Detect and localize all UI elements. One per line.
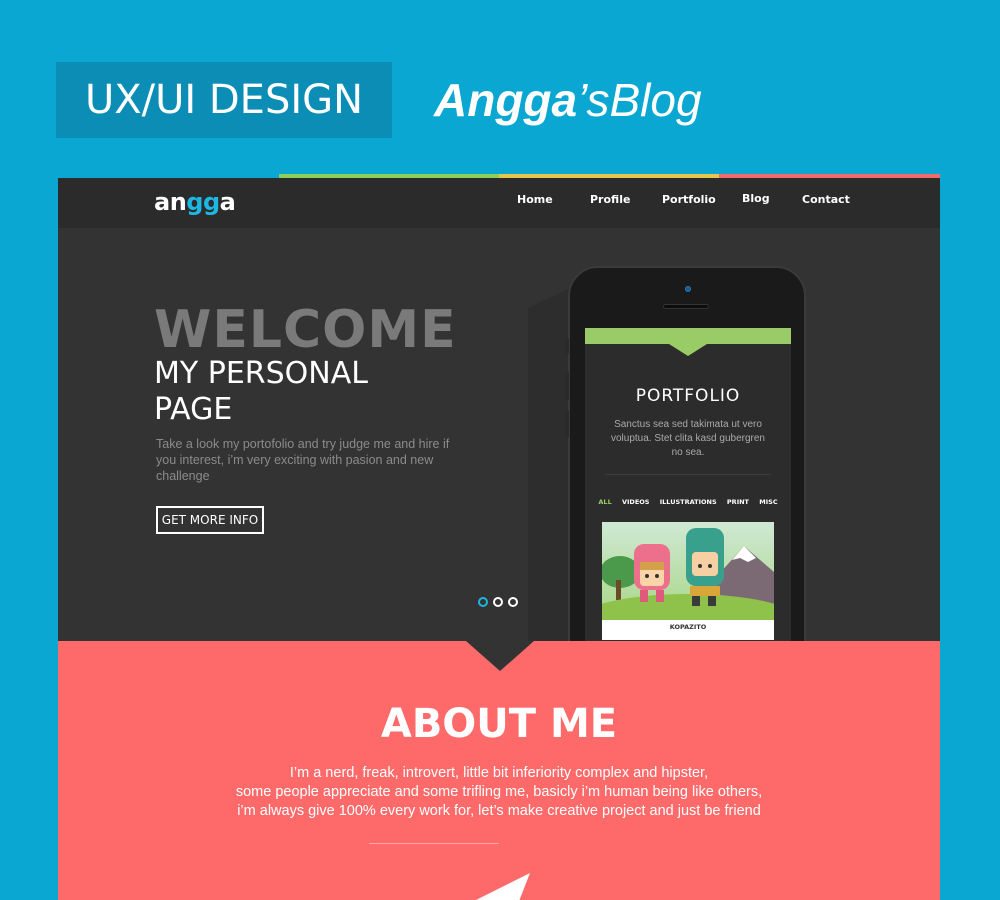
phone-mute-switch (565, 338, 569, 354)
portfolio-filters: ALL VIDEOS ILLUSTRATIONS PRINT MISC (585, 498, 791, 506)
hero-section: WELCOME MY PERSONAL PAGE Take a look my … (58, 228, 940, 668)
slider-dot-1[interactable] (478, 597, 488, 607)
phone-speaker (663, 304, 709, 309)
blog-title-name: Angga (434, 74, 578, 126)
site-navbar: angga Home Profile Portfolio Blog Contac… (58, 178, 940, 228)
blog-title: Angga’sBlog (434, 70, 702, 130)
blog-title-suffix: ’sBlog (577, 74, 702, 126)
about-line-3: i’m always give 100% every work for, let… (237, 803, 761, 819)
category-badge: UX/UI DESIGN (56, 62, 392, 138)
portfolio-card-illustration (602, 522, 774, 620)
filter-videos[interactable]: VIDEOS (622, 498, 650, 506)
paper-plane-icon (476, 873, 530, 900)
site-logo[interactable]: angga (154, 184, 236, 220)
phone-volume-up (565, 372, 569, 400)
filter-misc[interactable]: MISC (759, 498, 777, 506)
slider-dot-2[interactable] (493, 597, 503, 607)
phone-mockup: PORTFOLIO Sanctus sea sed takimata ut ve… (565, 266, 806, 668)
about-section: ABOUT ME I’m a nerd, freak, introvert, l… (58, 641, 940, 900)
website-mockup: angga Home Profile Portfolio Blog Contac… (58, 174, 940, 900)
portfolio-card[interactable]: KOPAZITO (602, 522, 774, 640)
nav-home[interactable]: Home (517, 193, 553, 206)
phone-screen: PORTFOLIO Sanctus sea sed takimata ut ve… (585, 328, 791, 668)
phone-long-shadow (528, 288, 618, 641)
portfolio-card-label: KOPAZITO (669, 623, 707, 631)
hero-arrow-pointer (466, 641, 534, 671)
nav-contact[interactable]: Contact (802, 193, 850, 206)
portfolio-description: Sanctus sea sed takimata ut vero voluptu… (611, 419, 765, 458)
phone-volume-down (565, 410, 569, 438)
screen-header-arrow (669, 344, 707, 356)
about-line-1: I’m a nerd, freak, introvert, little bit… (289, 765, 709, 781)
phone-camera (685, 286, 691, 292)
slider-dots (478, 594, 523, 612)
nav-profile[interactable]: Profile (590, 193, 630, 206)
portfolio-title: PORTFOLIO (635, 386, 741, 406)
about-title: ABOUT ME (380, 701, 618, 747)
filter-print[interactable]: PRINT (727, 498, 749, 506)
portfolio-divider (605, 474, 771, 475)
logo-middle: gg (186, 188, 220, 216)
about-text: I’m a nerd, freak, introvert, little bit… (58, 764, 940, 821)
nav-blog[interactable]: Blog (742, 192, 770, 205)
logo-prefix: an (154, 188, 187, 216)
nav-portfolio[interactable]: Portfolio (662, 193, 716, 206)
slider-dot-3[interactable] (508, 597, 518, 607)
logo-suffix: a (219, 188, 236, 216)
about-line-2: some people appreciate and some trifling… (235, 784, 763, 800)
about-divider (369, 843, 499, 844)
screen-header-bar (585, 328, 791, 344)
filter-illustrations[interactable]: ILLUSTRATIONS (660, 498, 717, 506)
filter-all[interactable]: ALL (598, 498, 611, 506)
